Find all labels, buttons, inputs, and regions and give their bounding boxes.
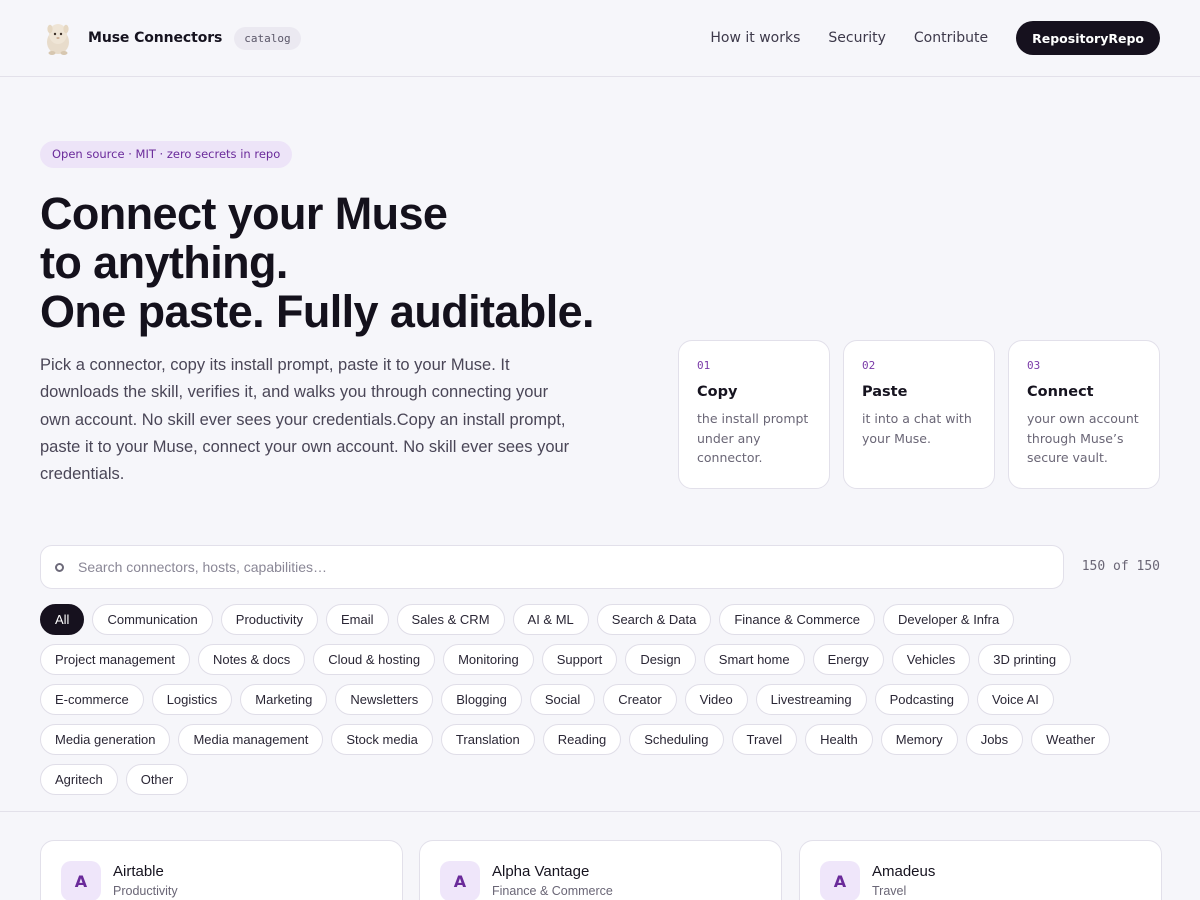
category-filters: All Communication Productivity Email Sales &…	[40, 604, 1170, 804]
nav-contribute[interactable]: Contribute	[914, 30, 988, 46]
filter-chip-creator[interactable]: Creator	[603, 684, 677, 715]
connector-name: Amadeus	[872, 863, 936, 880]
filter-chip-finance-and-commerce[interactable]: Finance & Commerce	[719, 604, 876, 635]
search-input[interactable]	[78, 559, 1038, 575]
step-description: it into a chat with your Muse.	[862, 411, 972, 446]
filter-chip-row: All Communication Productivity Email Sales &…	[40, 604, 1170, 635]
filter-chip-social[interactable]: Social	[529, 684, 596, 715]
filter-chip-ai-and-ml[interactable]: AI & ML	[512, 604, 589, 635]
filter-chip-cloud-and-hosting[interactable]: Cloud & hosting	[313, 644, 436, 675]
connector-card-alpha-vantage[interactable]: A Alpha Vantage Finance & Commerce	[419, 840, 782, 900]
filter-chip-3d-printing[interactable]: 3D printing	[978, 644, 1072, 675]
filter-chip-row: Project management Notes & docs Cloud & ho…	[40, 644, 1170, 675]
filter-chip-stock-media[interactable]: Stock media	[331, 724, 433, 755]
catalog-badge: catalog	[234, 26, 301, 50]
filter-chip-email[interactable]: Email	[325, 604, 389, 635]
connector-category: Productivity	[113, 884, 178, 898]
repository-button[interactable]: RepositoryRepo	[1016, 21, 1160, 55]
headline-line-2: to anything.	[40, 237, 288, 288]
filter-chip-health[interactable]: Health	[805, 724, 873, 755]
filter-chip-design[interactable]: Design	[625, 644, 696, 675]
step-description: your own account through Muse’s secure v…	[1027, 411, 1139, 465]
nav-how-it-works[interactable]: How it works	[710, 30, 800, 46]
filter-chip-translation[interactable]: Translation	[440, 724, 535, 755]
filter-chip-podcasting[interactable]: Podcasting	[874, 684, 969, 715]
connector-name: Alpha Vantage	[492, 863, 590, 880]
mascot-icon	[47, 24, 69, 55]
step-card-copy: 01 Copy the install prompt under any con…	[678, 340, 830, 489]
step-title: Paste	[862, 384, 908, 400]
filter-chip-memory[interactable]: Memory	[880, 724, 958, 755]
step-card-paste: 02 Paste it into a chat with your Muse.	[843, 340, 995, 489]
filter-chip-blogging[interactable]: Blogging	[441, 684, 522, 715]
connector-name: Airtable	[113, 863, 164, 880]
section-divider	[0, 811, 1200, 812]
filter-chip-support[interactable]: Support	[541, 644, 618, 675]
filter-chip-video[interactable]: Video	[684, 684, 748, 715]
filter-chip-productivity[interactable]: Productivity	[220, 604, 318, 635]
connector-category: Finance & Commerce	[492, 884, 613, 898]
filter-chip-communication[interactable]: Communication	[92, 604, 213, 635]
filter-chip-marketing[interactable]: Marketing	[240, 684, 328, 715]
connector-card-amadeus[interactable]: A Amadeus Travel	[799, 840, 1162, 900]
filter-chip-voice-ai[interactable]: Voice AI	[976, 684, 1054, 715]
brand[interactable]: Muse Connectors catalog	[40, 20, 301, 56]
step-number: 03	[1027, 359, 1041, 372]
connector-card-airtable[interactable]: A Airtable Productivity	[40, 840, 403, 900]
filter-chip-row: Media generation Media management Stock me…	[40, 724, 1170, 755]
step-number: 01	[697, 359, 711, 372]
filter-chip-smart-home[interactable]: Smart home	[703, 644, 805, 675]
search-box[interactable]	[40, 545, 1064, 589]
search-icon	[55, 562, 64, 572]
filter-chip-scheduling[interactable]: Scheduling	[629, 724, 724, 755]
filter-chip-search-and-data[interactable]: Search & Data	[596, 604, 712, 635]
hero-headline: Connect your Muse to anything. One paste…	[40, 189, 640, 336]
filter-chip-agritech[interactable]: Agritech	[40, 764, 118, 795]
filter-chip-travel[interactable]: Travel	[731, 724, 798, 755]
connector-category: Travel	[872, 884, 907, 898]
filter-chip-project-management[interactable]: Project management	[40, 644, 190, 675]
filter-chip-other[interactable]: Other	[125, 764, 189, 795]
filter-chip-newsletters[interactable]: Newsletters	[335, 684, 434, 715]
step-title: Connect	[1027, 384, 1094, 400]
top-navigation-bar: Muse Connectors catalog How it works Sec…	[0, 0, 1200, 77]
hero-description: Pick a connector, copy its install promp…	[40, 356, 570, 484]
license-pill: Open source · MIT · zero secrets in repo	[40, 141, 293, 168]
filter-chip-row: E-commerce Logistics Marketing Newsletters B…	[40, 684, 1170, 715]
filter-chip-logistics[interactable]: Logistics	[151, 684, 233, 715]
connector-avatar: A	[440, 861, 480, 900]
step-number: 02	[862, 359, 876, 372]
filter-chip-vehicles[interactable]: Vehicles	[891, 644, 971, 675]
nav-security[interactable]: Security	[828, 30, 886, 46]
filter-chip-developer-and-infra[interactable]: Developer & Infra	[883, 604, 1015, 635]
connector-grid: A Airtable Productivity A Alpha Vantage …	[40, 840, 1162, 900]
connector-avatar: A	[61, 861, 101, 900]
step-description: the install prompt under any connector.	[697, 411, 809, 465]
result-count: 150 of 150	[1081, 559, 1160, 574]
headline-line-3: One paste. Fully auditable.	[40, 286, 595, 337]
filter-chip-livestreaming[interactable]: Livestreaming	[755, 684, 867, 715]
filter-chip-monitoring[interactable]: Monitoring	[443, 644, 534, 675]
filter-chip-row: Agritech Other	[40, 764, 1170, 795]
filter-chip-all[interactable]: All	[40, 604, 85, 635]
headline-line-1: Connect your Muse	[40, 188, 448, 239]
filter-chip-sales-and-crm[interactable]: Sales & CRM	[396, 604, 505, 635]
brand-name: Muse Connectors	[88, 30, 223, 46]
filter-chip-reading[interactable]: Reading	[542, 724, 622, 755]
filter-chip-media-generation[interactable]: Media generation	[40, 724, 171, 755]
how-it-works-steps: 01 Copy the install prompt under any con…	[678, 340, 1160, 489]
filter-chip-weather[interactable]: Weather	[1031, 724, 1111, 755]
filter-chip-notes-and-docs[interactable]: Notes & docs	[197, 644, 306, 675]
filter-chip-e-commerce[interactable]: E-commerce	[40, 684, 144, 715]
step-title: Copy	[697, 384, 738, 400]
step-card-connect: 03 Connect your own account through Muse…	[1008, 340, 1160, 489]
filter-chip-media-management[interactable]: Media management	[178, 724, 324, 755]
main-nav: How it works Security Contribute Reposit…	[710, 21, 1160, 55]
filter-chip-jobs[interactable]: Jobs	[965, 724, 1024, 755]
connector-avatar: A	[820, 861, 860, 900]
filter-chip-energy[interactable]: Energy	[812, 644, 884, 675]
